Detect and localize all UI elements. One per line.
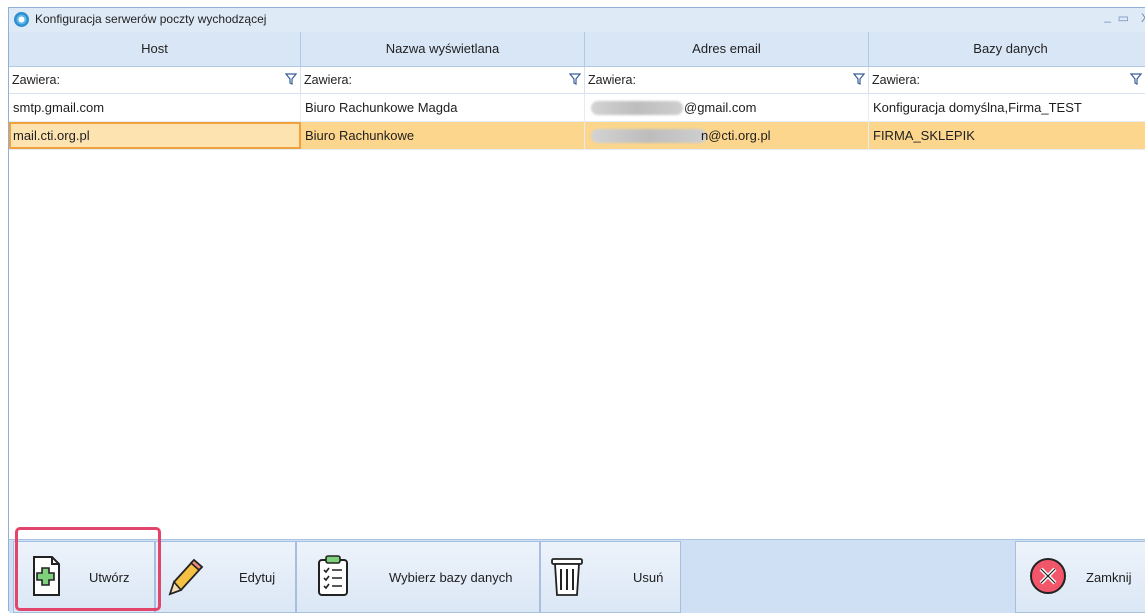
column-header-email[interactable]: Adres email: [585, 32, 869, 66]
filter-icon[interactable]: [853, 73, 865, 85]
redacted-blur: [591, 129, 707, 143]
cell-name[interactable]: Biuro Rachunkowe Magda: [301, 94, 585, 121]
window-title: Konfiguracja serwerów poczty wychodzącej: [35, 12, 267, 26]
filter-label: Zawiera:: [588, 73, 636, 87]
filter-label: Zawiera:: [872, 73, 920, 87]
filter-label: Zawiera:: [304, 73, 352, 87]
choose-databases-label: Wybierz bazy danych: [389, 570, 513, 585]
app-icon: [14, 12, 29, 27]
table-row[interactable]: smtp.gmail.com Biuro Rachunkowe Magda @g…: [9, 94, 1145, 122]
email-text: n@cti.org.pl: [701, 128, 771, 143]
edit-label: Edytuj: [239, 570, 276, 585]
close-button[interactable]: Zamknij: [1015, 541, 1145, 613]
cell-databases[interactable]: Konfiguracja domyślna,Firma_TEST: [869, 94, 1145, 121]
filter-email[interactable]: Zawiera:: [585, 67, 869, 93]
title-bar: Konfiguracja serwerów poczty wychodzącej…: [9, 8, 1145, 33]
redacted-blur: [591, 101, 683, 115]
cell-email[interactable]: n@cti.org.pl: [585, 122, 869, 149]
close-circle-icon: [1030, 558, 1066, 594]
servers-grid: Host Nazwa wyświetlana Adres email Bazy …: [9, 32, 1145, 547]
email-text: @gmail.com: [684, 100, 757, 115]
cell-host[interactable]: mail.cti.org.pl: [9, 122, 301, 149]
filter-row: Zawiera: Zawiera: Zawiera: Zawiera:: [9, 67, 1145, 94]
table-row-selected[interactable]: mail.cti.org.pl Biuro Rachunkowe n@cti.o…: [9, 122, 1145, 150]
minimize-button[interactable]: _: [1104, 9, 1111, 23]
grid-header: Host Nazwa wyświetlana Adres email Bazy …: [9, 32, 1145, 67]
cell-name[interactable]: Biuro Rachunkowe: [301, 122, 585, 149]
edit-button[interactable]: Edytuj: [155, 541, 296, 613]
close-window-button[interactable]: X: [1141, 11, 1145, 25]
filter-host[interactable]: Zawiera:: [9, 67, 301, 93]
pencil-icon: [168, 558, 204, 596]
maximize-button[interactable]: ▭: [1118, 11, 1129, 25]
choose-databases-button[interactable]: Wybierz bazy danych: [296, 541, 540, 613]
clipboard-list-icon: [318, 555, 348, 596]
column-header-databases[interactable]: Bazy danych: [869, 32, 1145, 66]
annotation-highlight: [15, 527, 161, 611]
filter-icon[interactable]: [569, 73, 581, 85]
close-label: Zamknij: [1086, 570, 1132, 585]
filter-icon[interactable]: [285, 73, 297, 85]
filter-label: Zawiera:: [12, 73, 60, 87]
cell-host[interactable]: smtp.gmail.com: [9, 94, 301, 121]
column-header-name[interactable]: Nazwa wyświetlana: [301, 32, 585, 66]
column-header-host[interactable]: Host: [9, 32, 301, 66]
cell-databases[interactable]: FIRMA_SKLEPIK: [869, 122, 1145, 149]
delete-label: Usuń: [633, 570, 664, 585]
bottom-toolbar: Utwórz Edytuj Wybierz bazy danych Usuń Z…: [9, 539, 1145, 613]
cell-email[interactable]: @gmail.com: [585, 94, 869, 121]
filter-name[interactable]: Zawiera:: [301, 67, 585, 93]
window: Konfiguracja serwerów poczty wychodzącej…: [8, 7, 1145, 613]
filter-databases[interactable]: Zawiera:: [869, 67, 1145, 93]
trash-icon: [551, 558, 583, 596]
delete-button[interactable]: Usuń: [540, 541, 681, 613]
filter-icon[interactable]: [1130, 73, 1142, 85]
